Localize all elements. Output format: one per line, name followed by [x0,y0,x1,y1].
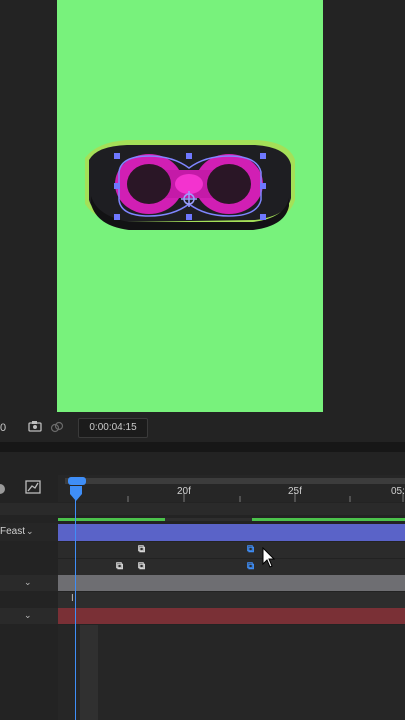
motion-blur-icon[interactable] [0,482,8,500]
speaker-image[interactable] [57,0,323,412]
keyframe[interactable]: ⧉ [116,561,123,572]
chevron-down-icon[interactable]: ⌄ [24,610,32,621]
color-picker-icon[interactable] [50,420,64,438]
keyframe[interactable]: ⧉ [138,561,145,572]
composition-canvas[interactable] [57,0,323,412]
current-time-display[interactable]: 0:00:04:15 [78,418,148,438]
chevron-down-icon[interactable]: ⌄ [26,526,34,537]
panel-divider [0,442,405,452]
keyframe-selected[interactable]: ⧉ [247,561,254,572]
keyframe[interactable]: I [71,593,74,604]
ruler-label-20f: 20f [177,486,191,497]
chevron-down-icon[interactable]: ⌄ [24,577,32,588]
layer-duration-bar-2[interactable] [58,575,405,591]
property-row-2 [58,559,405,576]
viewer-value: 0 [0,422,7,434]
ruler-label-25f: 25f [288,486,302,497]
camera-icon[interactable] [28,420,42,435]
ruler-label-05: 05: [391,486,405,497]
graph-editor-icon[interactable] [25,480,41,499]
keyframe-selected[interactable]: ⧉ [247,544,254,555]
playhead-line[interactable] [75,500,76,720]
property-row-3 [58,592,405,608]
mouse-cursor-icon [262,547,276,568]
playhead-handle[interactable] [69,486,83,502]
layer-duration-bar[interactable] [58,524,405,541]
property-row-1 [58,542,405,559]
layer-name[interactable]: Feast [0,526,25,537]
layer-duration-bar-3[interactable] [58,608,405,624]
ruler-ticks [127,492,404,502]
keyframe[interactable]: ⧉ [138,544,145,555]
